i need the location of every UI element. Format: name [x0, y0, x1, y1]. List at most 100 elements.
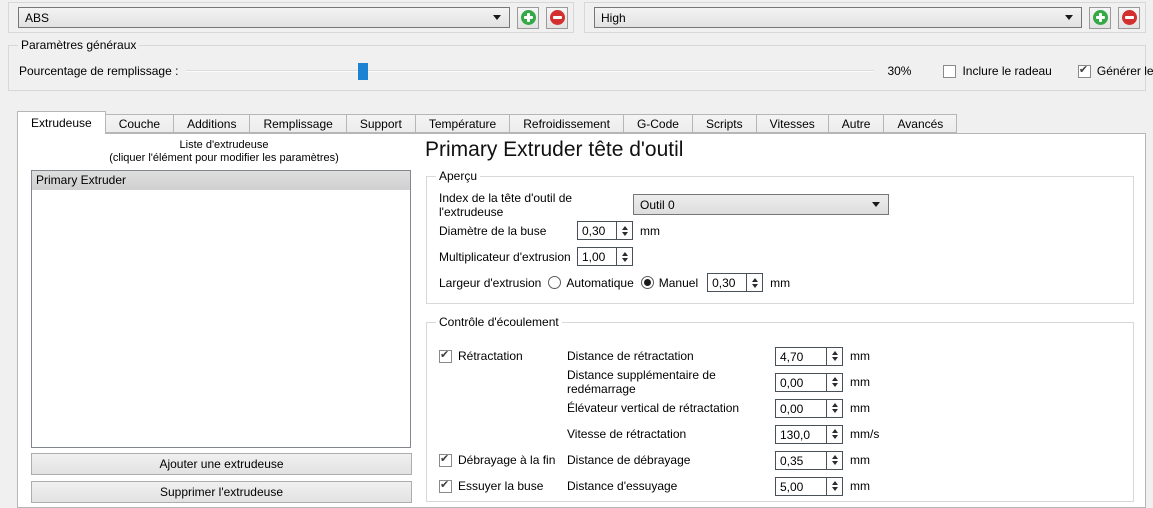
spinner-arrows-icon[interactable] — [826, 373, 842, 391]
retraction-speed-label: Vitesse de rétractation — [567, 427, 687, 441]
tab-vitesses[interactable]: Vitesses — [755, 114, 829, 133]
infill-percentage-value: 30% — [887, 64, 912, 78]
toolhead-index-select[interactable]: Outil 0 — [633, 194, 889, 215]
extruder-listbox[interactable]: Primary Extruder — [31, 170, 411, 448]
spinner-arrows-icon[interactable] — [826, 347, 842, 365]
coast-row: Débrayage à la fin Distance de débrayage… — [439, 447, 1133, 473]
vertical-lift-value[interactable]: 0,00 — [776, 400, 826, 417]
coast-at-end-checkbox[interactable] — [439, 452, 452, 467]
nozzle-diameter-spinbox[interactable]: 0,30 — [577, 221, 633, 240]
extrusion-multiplier-row: Multiplicateur d'extrusion 1,00 — [439, 246, 1133, 267]
coast-distance-value[interactable]: 0,35 — [776, 452, 826, 469]
extrusion-multiplier-spinbox[interactable]: 1,00 — [577, 247, 633, 266]
tab-gcode[interactable]: G-Code — [622, 114, 693, 133]
extruder-detail-title: Primary Extruder tête d'outil — [425, 138, 684, 161]
extruder-list-title-line2: (cliquer l'élément pour modifier les par… — [109, 152, 339, 164]
add-quality-profile-button[interactable] — [1089, 6, 1111, 29]
extrusion-width-label: Largeur d'extrusion — [439, 275, 542, 290]
wipe-nozzle-checkbox[interactable] — [439, 478, 452, 493]
quality-profile-group: High — [584, 2, 1146, 33]
vertical-lift-spinbox[interactable]: 0,00 — [775, 398, 843, 418]
nozzle-diameter-unit: mm — [640, 223, 660, 238]
extrusion-width-value[interactable]: 0,30 — [708, 274, 746, 291]
wipe-distance-value[interactable]: 5,00 — [776, 478, 826, 495]
list-item-primary-extruder[interactable]: Primary Extruder — [32, 171, 410, 190]
retraction-distance-label: Distance de rétractation — [567, 349, 694, 363]
extrusion-width-manual-radio[interactable] — [640, 276, 654, 289]
remove-quality-profile-button[interactable] — [1118, 6, 1140, 29]
retraction-checkbox[interactable] — [439, 348, 452, 363]
tab-autre[interactable]: Autre — [827, 114, 885, 133]
include-raft-option[interactable]: Inclure le radeau — [943, 64, 1052, 78]
vertical-lift-label: Élévateur vertical de rétractation — [567, 401, 740, 415]
retraction-distance-spinbox[interactable]: 4,70 — [775, 346, 843, 366]
extrusion-width-manual-option[interactable]: Manuel — [640, 276, 698, 290]
material-profile-select[interactable]: ABS — [18, 7, 510, 28]
retraction-distance-value[interactable]: 4,70 — [776, 348, 826, 365]
tab-couche[interactable]: Couche — [104, 114, 175, 133]
coast-distance-spinbox[interactable]: 0,35 — [775, 450, 843, 470]
slider-track[interactable] — [186, 69, 875, 72]
restart-distance-row: Distance supplémentaire de redémarrage 0… — [439, 368, 1133, 396]
infill-percentage-label: Pourcentage de remplissage : — [19, 64, 179, 78]
spinner-arrows-icon[interactable] — [826, 477, 842, 495]
retraction-speed-unit: mm/s — [850, 427, 880, 441]
extrusion-width-spinbox[interactable]: 0,30 — [707, 273, 764, 292]
spinner-arrows-icon[interactable] — [616, 222, 632, 239]
chevron-down-icon — [493, 15, 501, 20]
spinner-arrows-icon[interactable] — [826, 451, 842, 469]
spinner-arrows-icon[interactable] — [746, 274, 763, 291]
vertical-lift-unit: mm — [850, 401, 870, 415]
retraction-speed-spinbox[interactable]: 130,0 — [775, 424, 843, 444]
restart-distance-spinbox[interactable]: 0,00 — [775, 372, 843, 392]
quality-profile-select[interactable]: High — [594, 7, 1082, 28]
add-material-profile-button[interactable] — [517, 6, 539, 29]
tab-extrudeuse[interactable]: Extrudeuse — [17, 111, 106, 134]
tab-scripts[interactable]: Scripts — [691, 114, 757, 133]
extruder-list-title-line1: Liste d'extrudeuse — [179, 139, 269, 151]
coast-at-end-checkbox-label: Débrayage à la fin — [458, 453, 556, 467]
extrusion-width-unit: mm — [770, 275, 791, 290]
add-extruder-button[interactable]: Ajouter une extrudeuse — [31, 453, 412, 475]
toolhead-index-row: Index de la tête d'outil de l'extrudeuse… — [439, 191, 1133, 219]
slider-thumb[interactable] — [358, 62, 369, 80]
quality-profile-value: High — [601, 10, 626, 25]
overview-group: Aperçu Index de la tête d'outil de l'ext… — [426, 169, 1134, 304]
spinner-arrows-icon[interactable] — [826, 399, 842, 417]
minus-icon — [1121, 10, 1137, 25]
retraction-speed-row: Vitesse de rétractation 130,0 mm/s — [439, 421, 1133, 447]
ooze-control-group: Contrôle d'écoulement Rétractation Dista… — [426, 315, 1134, 502]
tab-refroidissement[interactable]: Refroidissement — [509, 114, 624, 133]
spinner-arrows-icon[interactable] — [616, 248, 632, 265]
nozzle-diameter-value[interactable]: 0,30 — [578, 222, 616, 239]
material-profile-group: ABS — [8, 2, 574, 33]
extrusion-width-auto-option[interactable]: Automatique — [548, 276, 634, 290]
restart-distance-value[interactable]: 0,00 — [776, 374, 826, 391]
extruder-tab-panel: Liste d'extrudeuse (cliquer l'élément po… — [17, 133, 1146, 508]
generate-support-checkbox[interactable] — [1077, 63, 1091, 78]
toolhead-index-label: Index de la tête d'outil de l'extrudeuse — [439, 190, 573, 219]
wipe-distance-unit: mm — [850, 479, 870, 493]
extrusion-width-row: Largeur d'extrusion Automatique Manuel 0… — [439, 272, 1133, 293]
extruder-list-title: Liste d'extrudeuse (cliquer l'élément po… — [28, 139, 420, 165]
extrusion-multiplier-value[interactable]: 1,00 — [578, 248, 616, 265]
tab-temperature[interactable]: Température — [414, 114, 511, 133]
retraction-row: Rétractation Distance de rétractation 4,… — [439, 343, 1133, 369]
tab-remplissage[interactable]: Remplissage — [249, 114, 347, 133]
wipe-row: Essuyer la buse Distance d'essuyage 5,00… — [439, 473, 1133, 499]
remove-extruder-button[interactable]: Supprimer l'extrudeuse — [31, 481, 412, 503]
tab-support[interactable]: Support — [345, 114, 416, 133]
extrusion-width-auto-radio[interactable] — [548, 276, 562, 289]
generate-support-option[interactable]: Générer le support — [1077, 63, 1153, 78]
settings-tab-bar: Extrudeuse Couche Additions Remplissage … — [17, 111, 958, 134]
spinner-arrows-icon[interactable] — [826, 425, 842, 443]
tab-additions[interactable]: Additions — [173, 114, 251, 133]
include-raft-checkbox[interactable] — [943, 64, 957, 78]
tab-avances[interactable]: Avancés — [883, 114, 958, 133]
wipe-distance-spinbox[interactable]: 5,00 — [775, 476, 843, 496]
nozzle-diameter-label: Diamètre de la buse — [439, 223, 547, 238]
retraction-speed-value[interactable]: 130,0 — [776, 426, 826, 443]
remove-material-profile-button[interactable] — [546, 6, 568, 29]
nozzle-diameter-row: Diamètre de la buse 0,30 mm — [439, 220, 1133, 241]
infill-slider[interactable] — [186, 62, 875, 81]
